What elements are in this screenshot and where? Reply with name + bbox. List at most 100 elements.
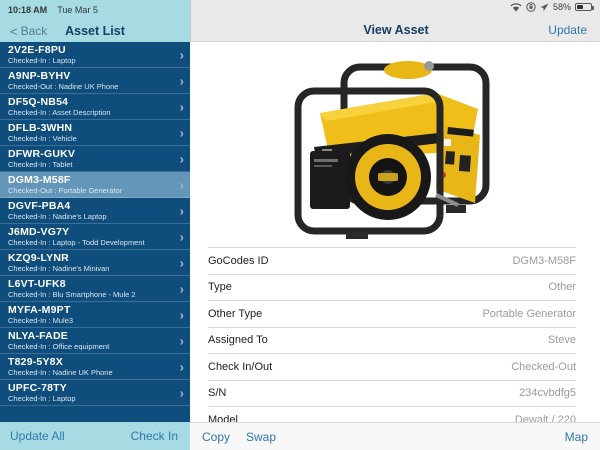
item-status: Checked-In : Vehicle xyxy=(8,134,172,143)
field-value: Steve xyxy=(548,334,576,346)
chevron-right-icon: › xyxy=(180,177,184,192)
app-screen: 10:18 AM Tue Mar 5 < Back Asset List 2V2… xyxy=(0,0,600,450)
item-status: Checked-Out : Portable Generator xyxy=(8,186,172,195)
item-status: Checked-In : Tablet xyxy=(8,160,172,169)
asset-photo xyxy=(286,55,504,245)
battery-icon xyxy=(575,3,592,11)
item-code: DGVF-PBA4 xyxy=(8,201,172,212)
list-item[interactable]: A9NP-BYHV Checked-Out : Nadine UK Phone … xyxy=(0,68,190,94)
chevron-right-icon: › xyxy=(180,73,184,88)
list-item[interactable]: J6MD-VG7Y Checked-In : Laptop - Todd Dev… xyxy=(0,224,190,250)
item-code: A9NP-BYHV xyxy=(8,71,172,82)
field-label: Assigned To xyxy=(208,334,268,346)
chevron-right-icon: › xyxy=(180,229,184,244)
status-bar-left: 10:18 AM Tue Mar 5 xyxy=(0,0,190,20)
asset-list-panel: 10:18 AM Tue Mar 5 < Back Asset List 2V2… xyxy=(0,0,190,450)
battery-percent: 58% xyxy=(553,2,571,12)
chevron-right-icon: › xyxy=(180,385,184,400)
field-row-assigned-to[interactable]: Assigned To Steve xyxy=(208,328,576,355)
list-item[interactable]: DFLB-3WHN Checked-In : Vehicle › xyxy=(0,120,190,146)
chevron-right-icon: › xyxy=(180,333,184,348)
swap-button[interactable]: Swap xyxy=(246,430,276,444)
list-item[interactable]: NLYA-FADE Checked-In : Office equipment … xyxy=(0,328,190,354)
left-nav-bar: < Back Asset List xyxy=(0,20,190,42)
item-code: DF5Q-NB54 xyxy=(8,97,172,108)
copy-button[interactable]: Copy xyxy=(202,430,230,444)
list-item[interactable]: DFWR-GUKV Checked-In : Tablet › xyxy=(0,146,190,172)
item-status: Checked-In : Asset Description xyxy=(8,108,172,117)
field-value: Other xyxy=(548,281,576,293)
back-chevron-icon: < xyxy=(10,25,18,38)
back-button-label: Back xyxy=(21,24,48,38)
field-row-other-type[interactable]: Other Type Portable Generator xyxy=(208,301,576,328)
item-status: Checked-In : Nadine's Laptop xyxy=(8,212,172,221)
list-item[interactable]: MYFA-M9PT Checked-In : Mule3 › xyxy=(0,302,190,328)
item-code: UPFC-78TY xyxy=(8,383,172,394)
item-status: Checked-In : Nadine UK Phone xyxy=(8,368,172,377)
asset-fields: GoCodes ID DGM3-M58F Type Other Other Ty… xyxy=(208,247,576,450)
item-status: Checked-Out : Nadine UK Phone xyxy=(8,82,172,91)
item-status: Checked-In : Laptop - Todd Development xyxy=(8,238,172,247)
field-label: S/N xyxy=(208,387,226,399)
list-item[interactable]: KZQ9-LYNR Checked-In : Nadine's Minivan … xyxy=(0,250,190,276)
location-arrow-icon xyxy=(540,3,549,12)
field-label: Type xyxy=(208,281,232,293)
field-row-gocodes-id[interactable]: GoCodes ID DGM3-M58F xyxy=(208,248,576,275)
item-status: Checked-In : Office equipment xyxy=(8,342,172,351)
right-header: 58% View Asset Update xyxy=(190,0,600,42)
right-nav-bar: View Asset Update xyxy=(191,18,600,42)
update-button[interactable]: Update xyxy=(548,23,587,37)
field-row-check-in-out[interactable]: Check In/Out Checked-Out xyxy=(208,354,576,381)
update-all-button[interactable]: Update All xyxy=(10,429,65,443)
field-row-serial-number[interactable]: S/N 234cvbdfg5 xyxy=(208,381,576,408)
list-item[interactable]: T829-5Y8X Checked-In : Nadine UK Phone › xyxy=(0,354,190,380)
item-code: DFWR-GUKV xyxy=(8,149,172,160)
list-item[interactable]: 2V2E-F8PU Checked-In : Laptop › xyxy=(0,42,190,68)
list-item[interactable]: UPFC-78TY Checked-In : Laptop › xyxy=(0,380,190,406)
item-status: Checked-In : Laptop xyxy=(8,394,172,403)
item-status: Checked-In : Mule3 xyxy=(8,316,172,325)
item-code: KZQ9-LYNR xyxy=(8,253,172,264)
list-item[interactable]: L6VT-UFK8 Checked-In : Blu Smartphone - … xyxy=(0,276,190,302)
view-asset-panel: 58% View Asset Update xyxy=(190,0,600,450)
field-label: GoCodes ID xyxy=(208,255,269,267)
field-value: DGM3-M58F xyxy=(512,255,576,267)
asset-list: 2V2E-F8PU Checked-In : Laptop › A9NP-BYH… xyxy=(0,42,190,422)
item-code: 2V2E-F8PU xyxy=(8,45,172,56)
chevron-right-icon: › xyxy=(180,307,184,322)
back-button[interactable]: < Back xyxy=(10,24,47,38)
chevron-right-icon: › xyxy=(180,359,184,374)
view-asset-title: View Asset xyxy=(191,23,600,37)
field-label: Check In/Out xyxy=(208,361,272,373)
item-status: Checked-In : Nadine's Minivan xyxy=(8,264,172,273)
list-item-selected[interactable]: DGM3-M58F Checked-Out : Portable Generat… xyxy=(0,172,190,198)
left-toolbar: Update All Check In xyxy=(0,422,190,450)
orientation-lock-icon xyxy=(526,2,536,12)
status-time: 10:18 AM xyxy=(8,5,47,15)
item-code: NLYA-FADE xyxy=(8,331,172,342)
chevron-right-icon: › xyxy=(180,255,184,270)
map-button[interactable]: Map xyxy=(565,430,588,444)
item-code: DFLB-3WHN xyxy=(8,123,172,134)
status-bar-right: 58% xyxy=(510,2,592,12)
field-value: Checked-Out xyxy=(511,361,576,373)
check-in-button[interactable]: Check In xyxy=(131,429,178,443)
chevron-right-icon: › xyxy=(180,203,184,218)
item-code: J6MD-VG7Y xyxy=(8,227,172,238)
chevron-right-icon: › xyxy=(180,47,184,62)
chevron-right-icon: › xyxy=(180,151,184,166)
field-row-type[interactable]: Type Other xyxy=(208,275,576,302)
status-date: Tue Mar 5 xyxy=(57,5,98,15)
item-status: Checked-In : Laptop xyxy=(8,56,172,65)
item-code: L6VT-UFK8 xyxy=(8,279,172,290)
field-value: 234cvbdfg5 xyxy=(519,387,576,399)
right-toolbar: Copy Swap Map xyxy=(190,422,600,450)
list-item[interactable]: DGVF-PBA4 Checked-In : Nadine's Laptop › xyxy=(0,198,190,224)
chevron-right-icon: › xyxy=(180,281,184,296)
item-code: T829-5Y8X xyxy=(8,357,172,368)
item-code: DGM3-M58F xyxy=(8,175,172,186)
wifi-icon xyxy=(510,3,522,12)
chevron-right-icon: › xyxy=(180,125,184,140)
list-item[interactable]: DF5Q-NB54 Checked-In : Asset Description… xyxy=(0,94,190,120)
item-status: Checked-In : Blu Smartphone - Mule 2 xyxy=(8,290,172,299)
